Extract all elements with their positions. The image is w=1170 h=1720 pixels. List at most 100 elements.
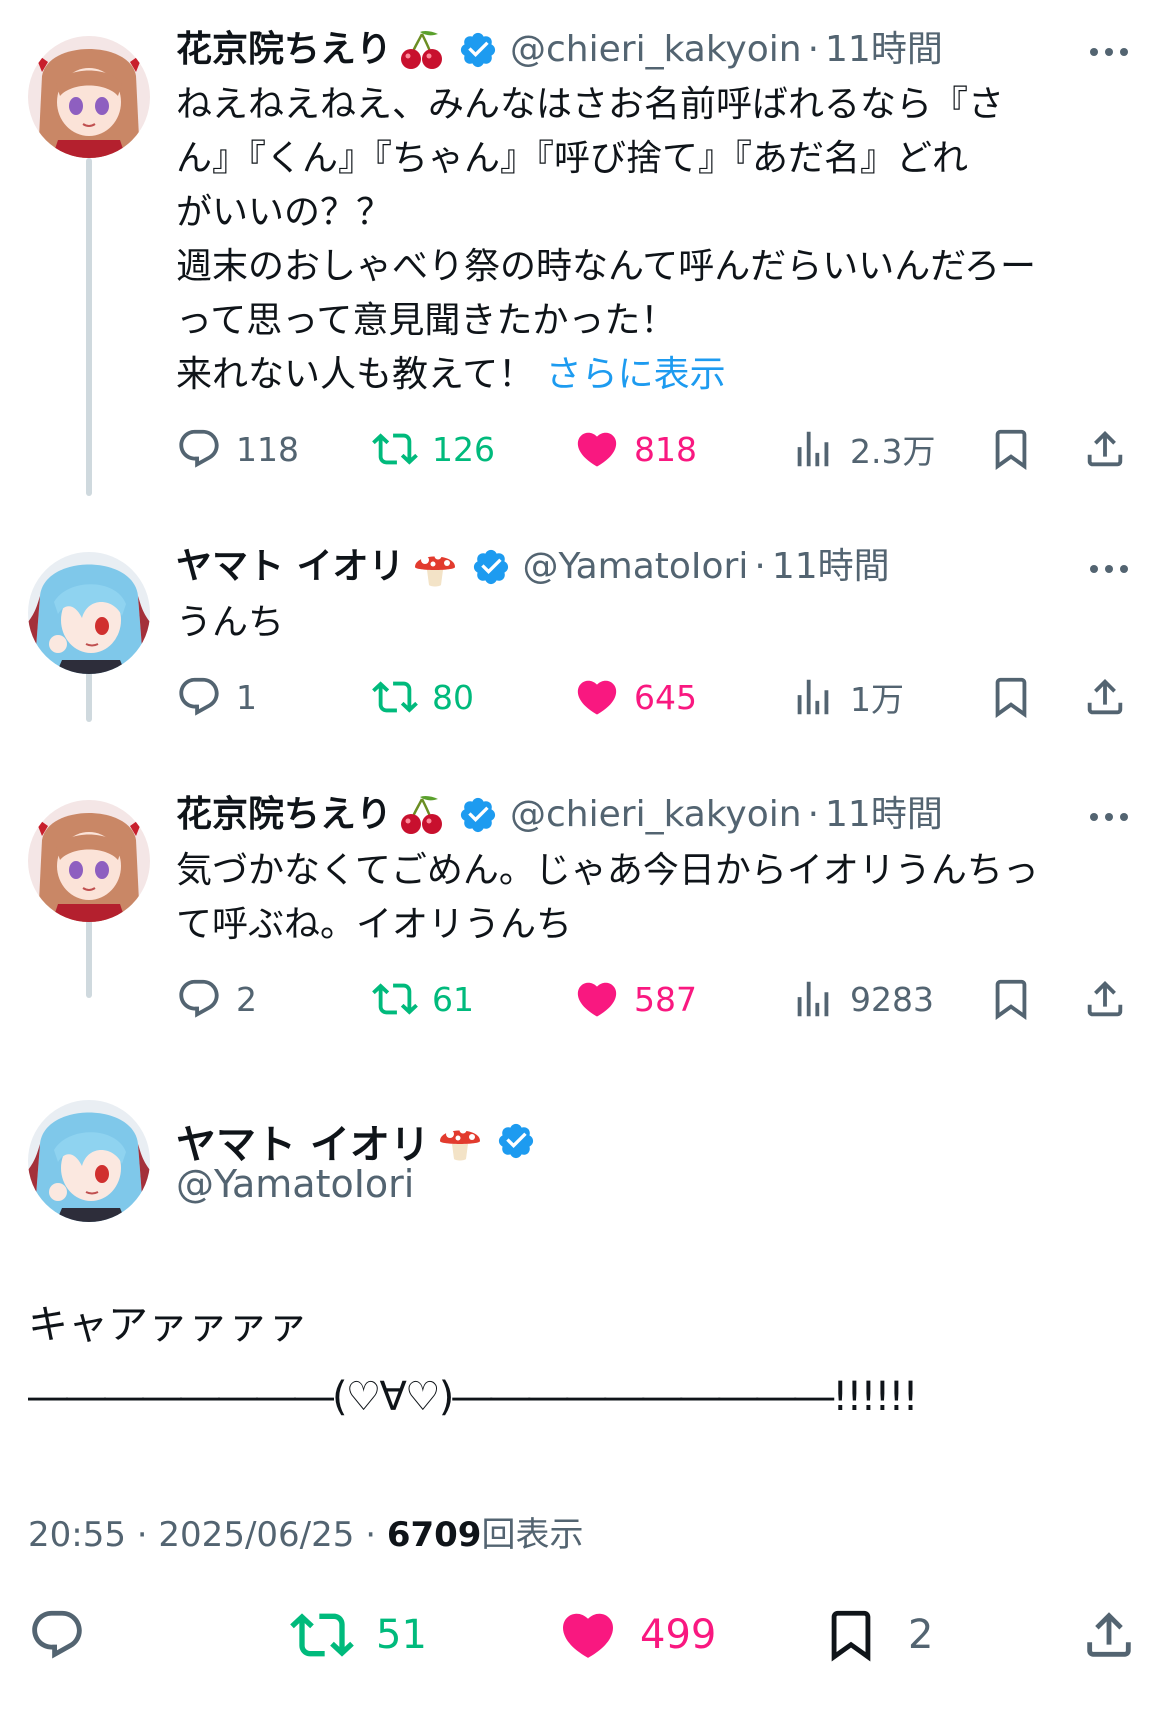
verified-icon[interactable] <box>496 1121 536 1161</box>
more-icon[interactable] <box>1090 48 1128 56</box>
text-line: て呼ぶね。イオリうんち <box>176 904 573 945</box>
reply-button[interactable] <box>28 1605 86 1665</box>
like-count: 645 <box>634 677 697 717</box>
like-button[interactable]: 499 <box>558 1605 716 1665</box>
like-icon <box>574 426 620 472</box>
views-button[interactable]: 9283 <box>790 974 934 1024</box>
views-label: 回表示 <box>481 1515 584 1555</box>
handle[interactable]: @YamatoIori <box>523 544 749 590</box>
handle[interactable]: @chieri_kakyoin <box>510 792 802 838</box>
share-button[interactable] <box>1080 1605 1138 1665</box>
reply-icon <box>176 976 222 1022</box>
views-icon <box>790 426 836 472</box>
retweet-button[interactable]: 80 <box>372 672 474 722</box>
like-icon <box>558 1605 618 1665</box>
bookmark-icon <box>822 1606 880 1664</box>
retweet-count: 51 <box>376 1612 427 1658</box>
text-line: うんち <box>176 602 285 643</box>
reply-count: 1 <box>236 677 257 717</box>
handle[interactable]: @YamatoIori <box>176 1162 414 1206</box>
thread-line <box>86 158 92 496</box>
avatar[interactable] <box>28 36 150 158</box>
avatar[interactable] <box>28 800 150 922</box>
reply-count: 2 <box>236 979 257 1019</box>
views-icon <box>790 976 836 1022</box>
separator-dot: · <box>365 1515 377 1555</box>
tweet-header: 花京院ちえり @chieri_kakyoin · 11時間 <box>176 792 943 838</box>
display-name[interactable]: ヤマト イオリ <box>176 544 405 590</box>
verified-icon[interactable] <box>458 795 498 835</box>
views-count: 9283 <box>850 979 934 1019</box>
text-last: 来れない人も教えて！ <box>176 354 535 395</box>
views-button[interactable]: 2.3万 <box>790 424 935 474</box>
timestamp[interactable]: 11時間 <box>772 544 890 590</box>
like-button[interactable]: 587 <box>574 974 697 1024</box>
like-button[interactable]: 818 <box>574 424 697 474</box>
reply-icon <box>28 1606 86 1664</box>
views-count: 6709 <box>386 1515 482 1555</box>
separator-dot: · <box>754 546 766 587</box>
views-count: 2.3万 <box>850 432 936 471</box>
text-line: ねえねえねえ、みんなはさお名前呼ばれるなら『さ <box>176 84 1005 125</box>
action-bar: 1 80 645 1万 <box>176 672 1136 722</box>
bookmark-icon[interactable] <box>988 976 1034 1022</box>
share-icon[interactable] <box>1082 976 1128 1022</box>
bookmark-icon[interactable] <box>988 426 1034 472</box>
separator-dot: · <box>807 29 820 70</box>
post-time[interactable]: 20:55 <box>28 1515 126 1555</box>
main-text-line-1: キャアァァァァ <box>28 1302 308 1348</box>
timestamp[interactable]: 11時間 <box>825 27 943 73</box>
like-count: 818 <box>634 429 697 469</box>
timestamp[interactable]: 11時間 <box>825 792 943 838</box>
retweet-count: 126 <box>432 429 495 469</box>
views-count: 1万 <box>850 680 904 719</box>
share-icon[interactable] <box>1082 674 1128 720</box>
reply-icon <box>176 674 222 720</box>
mushroom-emoji <box>411 545 459 589</box>
retweet-button[interactable]: 126 <box>372 424 495 474</box>
retweet-button[interactable]: 51 <box>290 1605 427 1665</box>
views-button[interactable]: 1万 <box>790 672 904 722</box>
cherry-emoji <box>398 28 446 72</box>
display-name[interactable]: 花京院ちえり <box>176 27 392 73</box>
bookmark-icon[interactable] <box>988 674 1034 720</box>
action-bar: 118 126 818 2.3万 <box>176 424 1136 474</box>
more-icon[interactable] <box>1090 813 1128 821</box>
retweet-button[interactable]: 61 <box>372 974 474 1024</box>
text-line: 来れない人も教えて！ さらに表示 <box>176 348 1036 402</box>
reply-button[interactable]: 2 <box>176 974 257 1024</box>
mushroom-emoji <box>436 1119 484 1163</box>
avatar[interactable] <box>28 1100 150 1222</box>
like-button[interactable]: 645 <box>574 672 697 722</box>
text-line: って思って意見聞きたかった！ <box>176 300 677 341</box>
reply-button[interactable]: 118 <box>176 424 299 474</box>
like-count: 587 <box>634 979 697 1019</box>
avatar[interactable] <box>28 552 150 674</box>
retweet-icon <box>372 426 418 472</box>
tweet-text: 気づかなくてごめん。じゃあ今日からイオリうんちっ て呼ぶね。イオリうんち <box>176 844 1039 952</box>
retweet-icon <box>372 976 418 1022</box>
display-name[interactable]: 花京院ちえり <box>176 792 392 838</box>
tweet-text: うんち <box>176 596 284 650</box>
handle[interactable]: @chieri_kakyoin <box>510 27 802 73</box>
action-bar: 2 61 587 9283 <box>176 974 1136 1024</box>
more-icon[interactable] <box>1090 565 1128 573</box>
bookmark-button[interactable]: 2 <box>822 1605 933 1665</box>
show-more-link[interactable]: さらに表示 <box>546 354 726 395</box>
retweet-count: 61 <box>432 979 474 1019</box>
main-text-line-2: ――――――――(♡∀♡)――――――――――!!!!!! <box>28 1374 919 1420</box>
verified-icon[interactable] <box>458 30 498 70</box>
separator-dot: · <box>136 1515 148 1555</box>
views-icon <box>790 674 836 720</box>
verified-icon[interactable] <box>471 547 511 587</box>
retweet-icon <box>372 674 418 720</box>
post-date[interactable]: 2025/06/25 <box>158 1515 354 1555</box>
tweet-header: ヤマト イオリ @YamatoIori · 11時間 <box>176 544 890 590</box>
text-line: がいいの？？ <box>176 192 393 233</box>
share-icon[interactable] <box>1082 426 1128 472</box>
reply-icon <box>176 426 222 472</box>
tweet-text: ねえねえねえ、みんなはさお名前呼ばれるなら『さ ん』『くん』『ちゃん』『呼び捨て… <box>176 78 1036 402</box>
like-icon <box>574 976 620 1022</box>
reply-button[interactable]: 1 <box>176 672 257 722</box>
text-line: 気づかなくてごめん。じゃあ今日からイオリうんちっ <box>176 850 1039 891</box>
